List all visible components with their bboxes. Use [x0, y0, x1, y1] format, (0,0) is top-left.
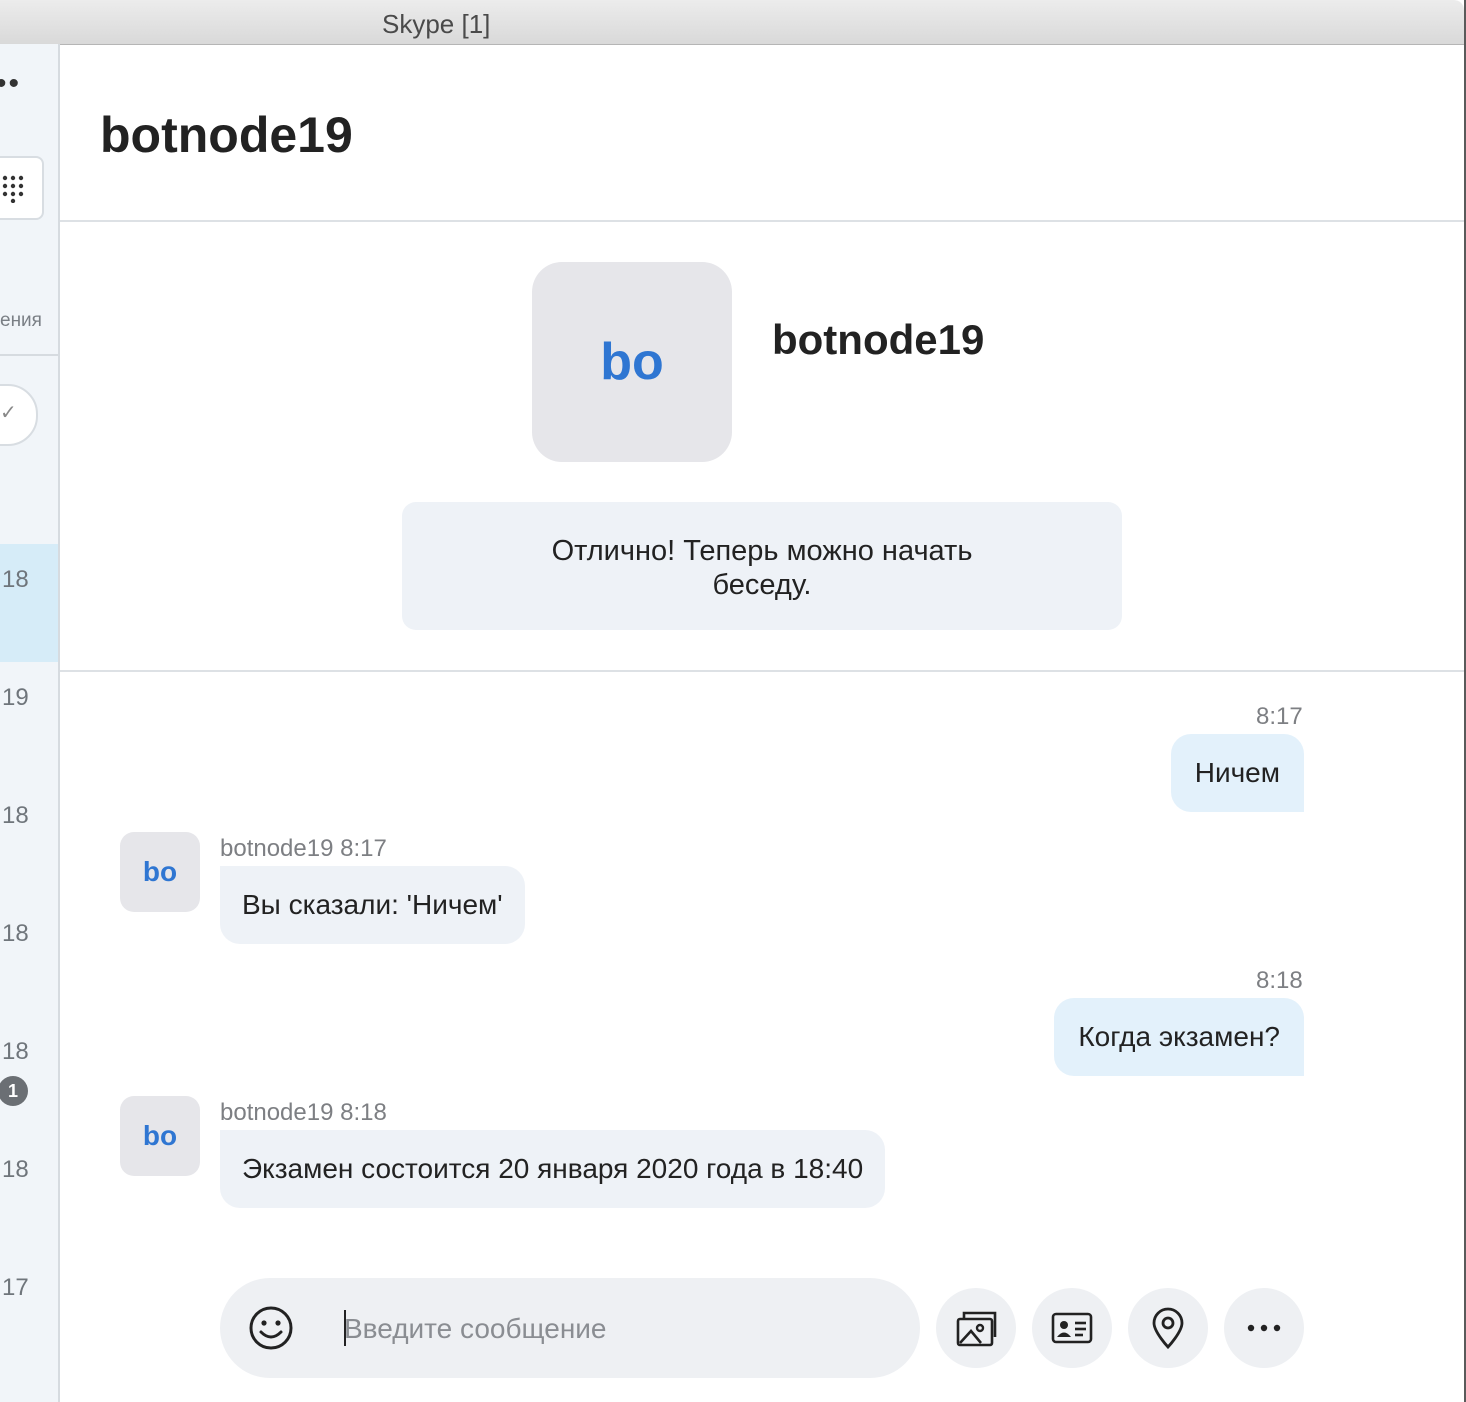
sidebar-chat-item[interactable]: 18 [0, 898, 58, 1016]
contact-card-icon [1051, 1312, 1093, 1344]
sender-name-time: botnode19 8:18 [220, 1099, 387, 1126]
chat-header: botnode19 [60, 44, 1464, 222]
chevron-icon: ✓ [0, 402, 17, 424]
dialpad-button[interactable] [0, 156, 44, 220]
sidebar-chat-item[interactable]: 18 [0, 1016, 58, 1134]
dialpad-icon [2, 175, 24, 203]
window-titlebar: Skype [1] [0, 0, 1464, 45]
chat-item-time: 18 [2, 920, 29, 947]
more-actions-button[interactable] [1224, 1288, 1304, 1368]
chat-item-time: 18 [2, 802, 29, 829]
sidebar: •• ения ✓ 18 19 18 18 18 1 18 17 [0, 44, 60, 1402]
message-time: 8:18 [1256, 967, 1303, 994]
sidebar-tab-label[interactable]: ения [0, 310, 42, 332]
send-media-button[interactable] [936, 1288, 1016, 1368]
sidebar-divider [0, 354, 58, 356]
sidebar-chat-item[interactable]: 18 [0, 1134, 58, 1252]
new-chat-button[interactable]: ✓ [0, 384, 38, 446]
message-time: 8:17 [1256, 703, 1303, 730]
chat-title[interactable]: botnode19 [100, 106, 353, 164]
more-options-icon[interactable]: •• [0, 69, 21, 99]
sender-name-time: botnode19 8:17 [220, 835, 387, 862]
window-title: Skype [1] [382, 9, 491, 39]
outgoing-message[interactable]: Когда экзамен? [1054, 998, 1304, 1076]
outgoing-message[interactable]: Ничем [1170, 734, 1304, 812]
chat-item-time: 18 [2, 566, 29, 593]
sidebar-chat-item[interactable]: 17 [0, 1252, 58, 1370]
sidebar-chat-item[interactable]: 19 [0, 662, 58, 780]
chat-item-time: 18 [2, 1156, 29, 1183]
chat-item-time: 17 [2, 1274, 29, 1301]
send-contact-button[interactable] [1032, 1288, 1112, 1368]
sender-avatar[interactable]: bo [120, 832, 200, 912]
media-icon [956, 1311, 997, 1347]
location-icon [1152, 1307, 1184, 1349]
contact-name[interactable]: botnode19 [772, 316, 984, 364]
intro-message-text: Отлично! Теперь можно начать беседу. [551, 535, 973, 601]
message-input[interactable] [342, 1298, 886, 1360]
sender-avatar[interactable]: bo [120, 1096, 200, 1176]
send-location-button[interactable] [1128, 1288, 1208, 1368]
incoming-message[interactable]: Вы сказали: 'Ничем' [220, 866, 525, 944]
sidebar-chat-item[interactable]: 18 [0, 544, 58, 662]
intro-message-card: Отлично! Теперь можно начать беседу. [402, 502, 1122, 630]
incoming-message[interactable]: Экзамен состоится 20 января 2020 года в … [220, 1130, 886, 1208]
message-composer [220, 1278, 920, 1378]
more-icon [1247, 1324, 1281, 1332]
emoji-icon[interactable] [248, 1305, 294, 1351]
intro-divider [60, 670, 1464, 672]
contact-avatar[interactable]: bo [532, 262, 732, 462]
chat-item-time: 19 [2, 684, 29, 711]
chat-item-time: 18 [2, 1038, 29, 1065]
sidebar-chat-item[interactable]: 18 [0, 780, 58, 898]
avatar-initials: bo [600, 333, 664, 391]
